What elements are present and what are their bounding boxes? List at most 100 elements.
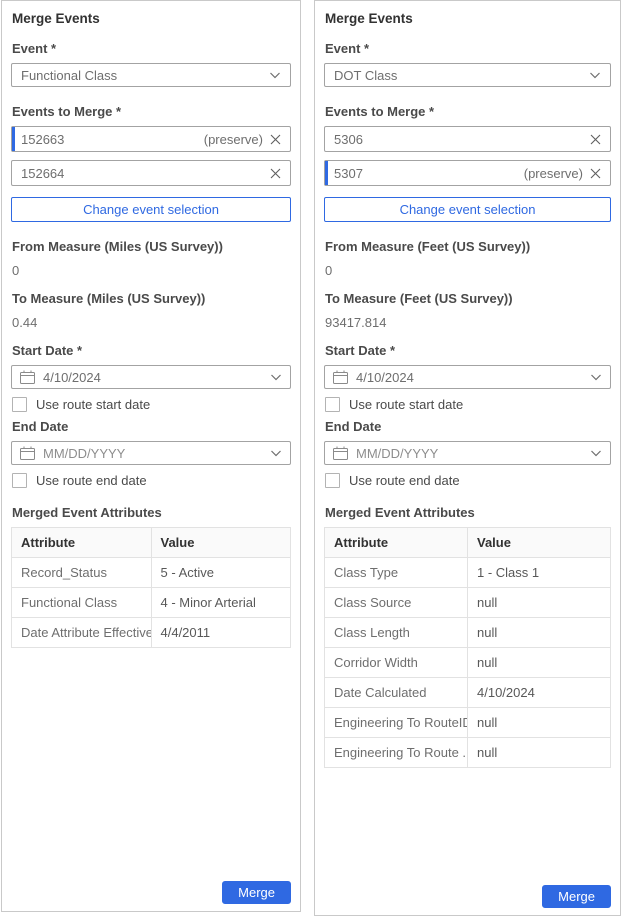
- checkbox-box[interactable]: [325, 397, 340, 412]
- start-date-label: Start Date *: [325, 343, 611, 358]
- value-cell: null: [468, 738, 611, 768]
- merge-events-panel-right: Merge Events Event * DOT Class Events to…: [314, 0, 621, 916]
- table-row: Functional Class4 - Minor Arterial: [12, 588, 291, 618]
- calendar-icon: [20, 446, 35, 460]
- checkbox-box[interactable]: [12, 473, 27, 488]
- event-select[interactable]: DOT Class: [324, 63, 611, 87]
- table-row: Date Attribute Effective4/4/2011: [12, 618, 291, 648]
- event-to-merge-input[interactable]: 5306: [324, 126, 611, 152]
- chevron-down-icon: [590, 449, 602, 457]
- event-label: Event *: [12, 41, 291, 56]
- attribute-cell: Date Attribute Effective: [12, 618, 152, 648]
- panel-footer: Merge: [324, 885, 611, 912]
- event-to-merge-input[interactable]: 152664: [11, 160, 291, 186]
- panel-footer: Merge: [11, 881, 291, 908]
- merged-attributes-table: Attribute Value Class Type1 - Class 1Cla…: [324, 527, 611, 768]
- checkbox-label: Use route end date: [349, 473, 460, 488]
- use-route-end-date-checkbox[interactable]: Use route end date: [325, 473, 611, 488]
- to-measure-label: To Measure (Miles (US Survey)): [12, 291, 291, 306]
- table-row: Engineering To Route ...null: [325, 738, 611, 768]
- end-date-label: End Date: [325, 419, 611, 434]
- chevron-down-icon: [590, 373, 602, 381]
- use-route-end-date-checkbox[interactable]: Use route end date: [12, 473, 291, 488]
- from-measure-label: From Measure (Miles (US Survey)): [12, 239, 291, 254]
- checkbox-label: Use route start date: [36, 397, 150, 412]
- value-cell: 4/4/2011: [151, 618, 291, 648]
- column-header-value: Value: [151, 528, 291, 558]
- attribute-cell: Record_Status: [12, 558, 152, 588]
- start-date-value: 4/10/2024: [43, 370, 101, 385]
- end-date-value: MM/DD/YYYY: [356, 446, 438, 461]
- column-header-attribute: Attribute: [12, 528, 152, 558]
- start-date-label: Start Date *: [12, 343, 291, 358]
- from-measure-value: 0: [12, 263, 291, 278]
- value-cell: null: [468, 618, 611, 648]
- checkbox-box[interactable]: [12, 397, 27, 412]
- merge-events-panel-left: Merge Events Event * Functional Class Ev…: [1, 0, 301, 912]
- attribute-cell: Corridor Width: [325, 648, 468, 678]
- close-icon[interactable]: [270, 168, 281, 179]
- event-id: 152663: [21, 132, 64, 147]
- events-to-merge-label: Events to Merge *: [325, 104, 611, 119]
- merged-event-attributes-label: Merged Event Attributes: [12, 505, 291, 520]
- table-row: Class Type1 - Class 1: [325, 558, 611, 588]
- calendar-icon: [333, 370, 348, 384]
- value-cell: 4 - Minor Arterial: [151, 588, 291, 618]
- chevron-down-icon: [270, 373, 282, 381]
- start-date-value: 4/10/2024: [356, 370, 414, 385]
- chevron-down-icon: [589, 71, 601, 79]
- end-date-input[interactable]: MM/DD/YYYY: [11, 441, 291, 465]
- use-route-start-date-checkbox[interactable]: Use route start date: [12, 397, 291, 412]
- merged-event-attributes-label: Merged Event Attributes: [325, 505, 611, 520]
- to-measure-value: 0.44: [12, 315, 291, 330]
- column-header-value: Value: [468, 528, 611, 558]
- checkbox-box[interactable]: [325, 473, 340, 488]
- panel-title: Merge Events: [325, 11, 611, 26]
- panel-title: Merge Events: [12, 11, 291, 26]
- merge-button[interactable]: Merge: [542, 885, 611, 908]
- calendar-icon: [333, 446, 348, 460]
- change-event-selection-button[interactable]: Change event selection: [11, 197, 291, 222]
- attribute-cell: Class Type: [325, 558, 468, 588]
- table-row: Corridor Widthnull: [325, 648, 611, 678]
- table-row: Class Lengthnull: [325, 618, 611, 648]
- attribute-cell: Class Length: [325, 618, 468, 648]
- change-event-selection-button[interactable]: Change event selection: [324, 197, 611, 222]
- to-measure-value: 93417.814: [325, 315, 611, 330]
- close-icon[interactable]: [590, 134, 601, 145]
- table-row: Engineering To RouteIDnull: [325, 708, 611, 738]
- event-to-merge-input[interactable]: 5307 (preserve): [324, 160, 611, 186]
- end-date-value: MM/DD/YYYY: [43, 446, 125, 461]
- end-date-label: End Date: [12, 419, 291, 434]
- calendar-icon: [20, 370, 35, 384]
- checkbox-label: Use route end date: [36, 473, 147, 488]
- value-cell: 1 - Class 1: [468, 558, 611, 588]
- start-date-input[interactable]: 4/10/2024: [324, 365, 611, 389]
- event-to-merge-input[interactable]: 152663 (preserve): [11, 126, 291, 152]
- chevron-down-icon: [269, 71, 281, 79]
- table-row: Class Sourcenull: [325, 588, 611, 618]
- close-icon[interactable]: [590, 168, 601, 179]
- event-id: 5306: [334, 132, 363, 147]
- event-select-value: Functional Class: [21, 68, 117, 83]
- value-cell: null: [468, 588, 611, 618]
- start-date-input[interactable]: 4/10/2024: [11, 365, 291, 389]
- attribute-cell: Functional Class: [12, 588, 152, 618]
- events-to-merge-label: Events to Merge *: [12, 104, 291, 119]
- close-icon[interactable]: [270, 134, 281, 145]
- event-select-value: DOT Class: [334, 68, 397, 83]
- preserve-tag: (preserve): [204, 132, 270, 147]
- attribute-cell: Class Source: [325, 588, 468, 618]
- event-select[interactable]: Functional Class: [11, 63, 291, 87]
- from-measure-value: 0: [325, 263, 611, 278]
- value-cell: null: [468, 648, 611, 678]
- table-row: Date Calculated4/10/2024: [325, 678, 611, 708]
- merged-attributes-table: Attribute Value Record_Status5 - ActiveF…: [11, 527, 291, 648]
- use-route-start-date-checkbox[interactable]: Use route start date: [325, 397, 611, 412]
- table-row: Record_Status5 - Active: [12, 558, 291, 588]
- from-measure-label: From Measure (Feet (US Survey)): [325, 239, 611, 254]
- end-date-input[interactable]: MM/DD/YYYY: [324, 441, 611, 465]
- to-measure-label: To Measure (Feet (US Survey)): [325, 291, 611, 306]
- column-header-attribute: Attribute: [325, 528, 468, 558]
- merge-button[interactable]: Merge: [222, 881, 291, 904]
